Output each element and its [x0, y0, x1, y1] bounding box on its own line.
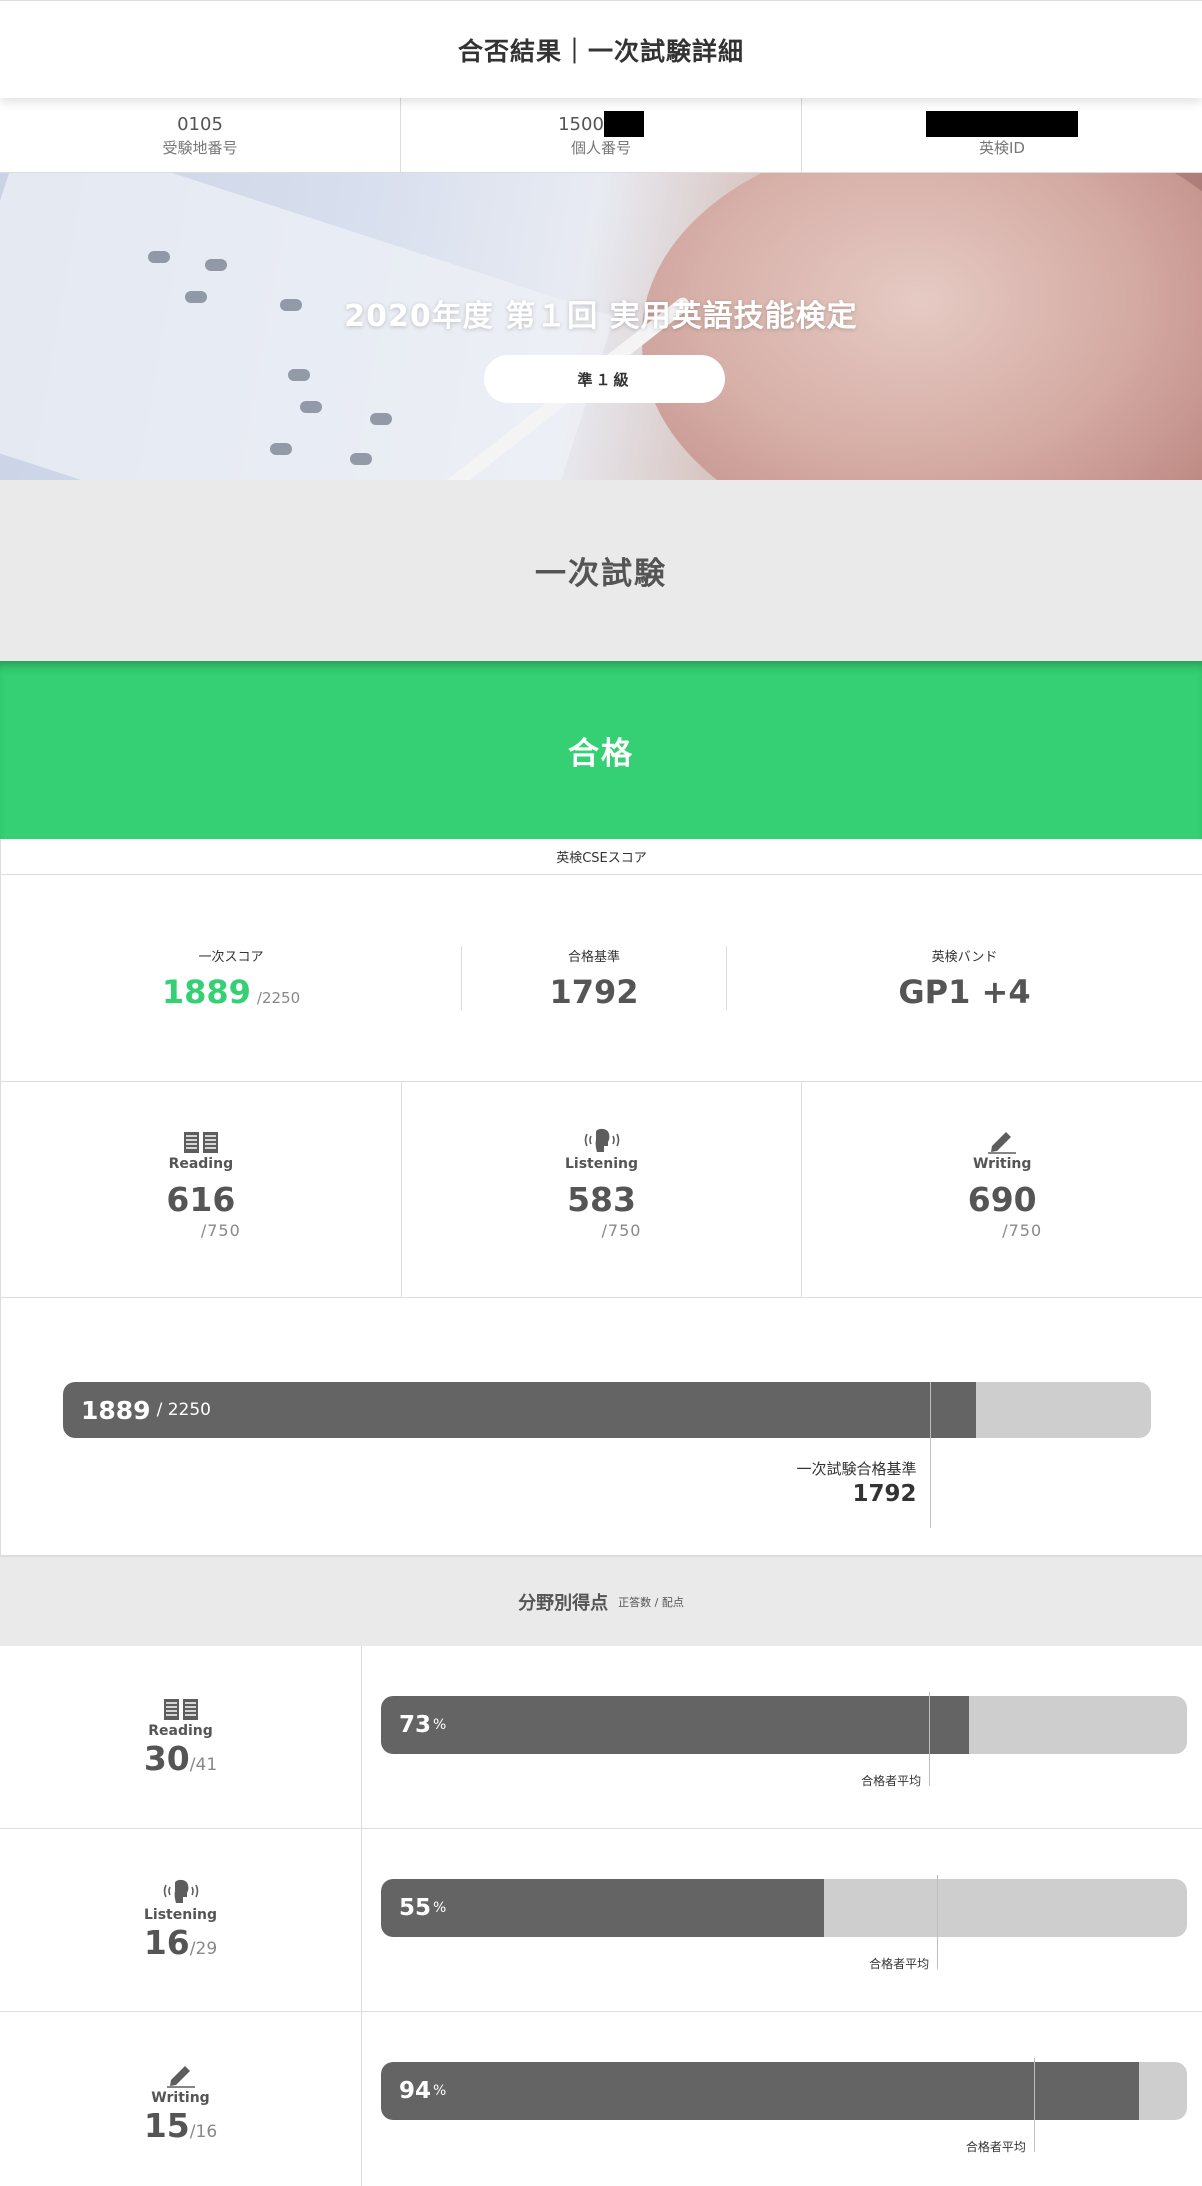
eiken-band-value: GP1 +4: [898, 972, 1031, 1011]
field-scores-title: 分野別得点: [518, 1592, 609, 1614]
grade-button[interactable]: 準１級: [484, 355, 725, 403]
pencil-icon: [987, 1128, 1017, 1154]
field-percent: 94: [399, 2078, 432, 2104]
skill-reading: Reading 616 /750: [1, 1082, 402, 1297]
section-title: 一次試験: [535, 556, 667, 592]
percent-unit: %: [433, 1717, 447, 1733]
exam-site-number: 0105: [177, 113, 223, 135]
pencil-icon: [166, 2062, 196, 2088]
id-row: 0105 受験地番号 1500 個人番号 英検ID: [0, 98, 1202, 173]
skill-max: /750: [601, 1221, 642, 1240]
field-total: /41: [189, 1754, 218, 1775]
pass-standard-label: 合格基準: [567, 949, 620, 965]
field-correct: 15: [143, 2106, 190, 2145]
eiken-band-label: 英検バンド: [931, 949, 998, 965]
passer-average-line: [1033, 2058, 1035, 2152]
exam-site-number-cell: 0105 受験地番号: [0, 98, 401, 172]
field-percent-bar: 55%: [381, 1879, 1187, 1937]
first-score-label: 一次スコア: [198, 949, 264, 965]
exam-title: 2020年度 第１回 実用英語技能検定: [344, 299, 858, 334]
pass-standard-marker: 一次試験合格基準 1792: [797, 1458, 917, 1507]
cse-score-label: 英検CSEスコア: [1, 839, 1202, 875]
percent-unit: %: [433, 1900, 447, 1916]
field-row-reading: Reading 30/41 73% 合格者平均: [0, 1646, 1202, 1829]
field-row-writing: Writing 15/16 94% 合格者平均: [0, 2012, 1202, 2186]
field-percent: 73: [399, 1712, 432, 1738]
total-score-bar-section: 1889 / 2250 一次試験合格基準 1792: [1, 1298, 1202, 1556]
field-scores-header: 分野別得点 正答数 / 配点: [0, 1556, 1202, 1646]
passer-average-label: 合格者平均: [861, 1774, 922, 1788]
field-percent-bar-fill: [381, 1879, 825, 1937]
field-correct: 30: [143, 1738, 190, 1778]
field-correct: 16: [143, 1922, 190, 1962]
redaction-box: [926, 111, 1078, 137]
field-percent-bar: 94%: [381, 2062, 1187, 2120]
pass-standard-value: 1792: [549, 972, 639, 1011]
first-exam-section: 一次試験: [0, 480, 1202, 661]
field-name: Writing: [151, 2090, 210, 2106]
redaction-box: [603, 111, 644, 137]
listening-head-icon: [161, 1879, 201, 1905]
field-percent-bar: 73%: [381, 1696, 1187, 1754]
percent-unit: %: [433, 2083, 447, 2099]
skill-writing: Writing 690 /750: [802, 1082, 1202, 1297]
hero-banner: 2020年度 第１回 実用英語技能検定 準１級: [0, 173, 1202, 480]
field-percent-bar-fill: [381, 1696, 970, 1754]
skill-name: Reading: [168, 1156, 234, 1172]
total-score-value: 1889: [81, 1395, 151, 1425]
personal-number-cell: 1500 個人番号: [401, 98, 802, 172]
pass-standard-marker-value: 1792: [852, 1481, 917, 1507]
skill-max: /750: [200, 1221, 241, 1240]
passer-average-label: 合格者平均: [869, 1957, 930, 1971]
field-scores-subtitle: 正答数 / 配点: [618, 1595, 684, 1609]
field-scores-list: Reading 30/41 73% 合格者平均 Listening 16/29 …: [0, 1646, 1202, 2186]
page-title: 合否結果｜一次試験詳細: [457, 36, 744, 66]
eiken-band-block: 英検バンド GP1 +4: [727, 946, 1202, 1011]
passer-average-line: [929, 1692, 931, 1786]
pass-standard-block: 合格基準 1792: [462, 946, 726, 1011]
personal-number: 1500: [558, 113, 604, 135]
skill-name: Listening: [565, 1156, 638, 1172]
listening-head-icon: [582, 1128, 622, 1154]
book-icon: [163, 1697, 199, 1721]
pass-result-label: 合格: [568, 735, 634, 772]
pass-standard-marker-line: [929, 1382, 931, 1528]
field-total: /29: [189, 1938, 218, 1959]
field-name: Listening: [144, 1906, 217, 1923]
field-percent-bar-fill: [381, 2062, 1139, 2120]
total-score-bar: 1889 / 2250: [63, 1382, 1151, 1438]
first-score-block: 一次スコア 1889/2250: [1, 946, 461, 1011]
field-percent: 55: [399, 1895, 432, 1921]
book-icon: [183, 1130, 219, 1154]
page-header: 合否結果｜一次試験詳細: [0, 0, 1202, 98]
skill-score: 690: [967, 1180, 1037, 1219]
first-score-value: 1889: [161, 972, 251, 1011]
eiken-id-cell: 英検ID: [802, 98, 1202, 172]
pass-standard-marker-label: 一次試験合格基準: [796, 1460, 917, 1478]
cse-summary-row: 一次スコア 1889/2250 合格基準 1792 英検バンド GP1 +4: [1, 875, 1202, 1082]
passer-average-label: 合格者平均: [965, 2140, 1026, 2154]
field-bar-area: 55% 合格者平均: [362, 1829, 1202, 2011]
field-name: Reading: [148, 1722, 213, 1739]
skill-listening: Listening 583 /750: [402, 1082, 803, 1297]
pass-result-banner: 合格: [0, 661, 1202, 839]
skill-name: Writing: [972, 1156, 1032, 1172]
field-total: /16: [189, 2122, 218, 2142]
total-score-max: / 2250: [156, 1400, 211, 1420]
field-row-listening: Listening 16/29 55% 合格者平均: [0, 1829, 1202, 2012]
field-bar-area: 73% 合格者平均: [362, 1646, 1202, 1828]
field-bar-area: 94% 合格者平均: [362, 2012, 1202, 2186]
skill-max: /750: [1002, 1221, 1043, 1240]
personal-number-label: 個人番号: [570, 139, 631, 157]
skill-score: 583: [567, 1180, 636, 1219]
first-score-max: /2250: [256, 988, 301, 1007]
cse-score-panel: 英検CSEスコア 一次スコア 1889/2250 合格基準 1792 英検バンド…: [0, 839, 1202, 1556]
skill-scores-row: Reading 616 /750 Listening 583 /750 Writ…: [1, 1082, 1202, 1298]
passer-average-line: [937, 1875, 939, 1969]
skill-score: 616: [166, 1180, 236, 1219]
exam-site-number-label: 受験地番号: [162, 139, 238, 157]
eiken-id-label: 英検ID: [979, 139, 1025, 157]
